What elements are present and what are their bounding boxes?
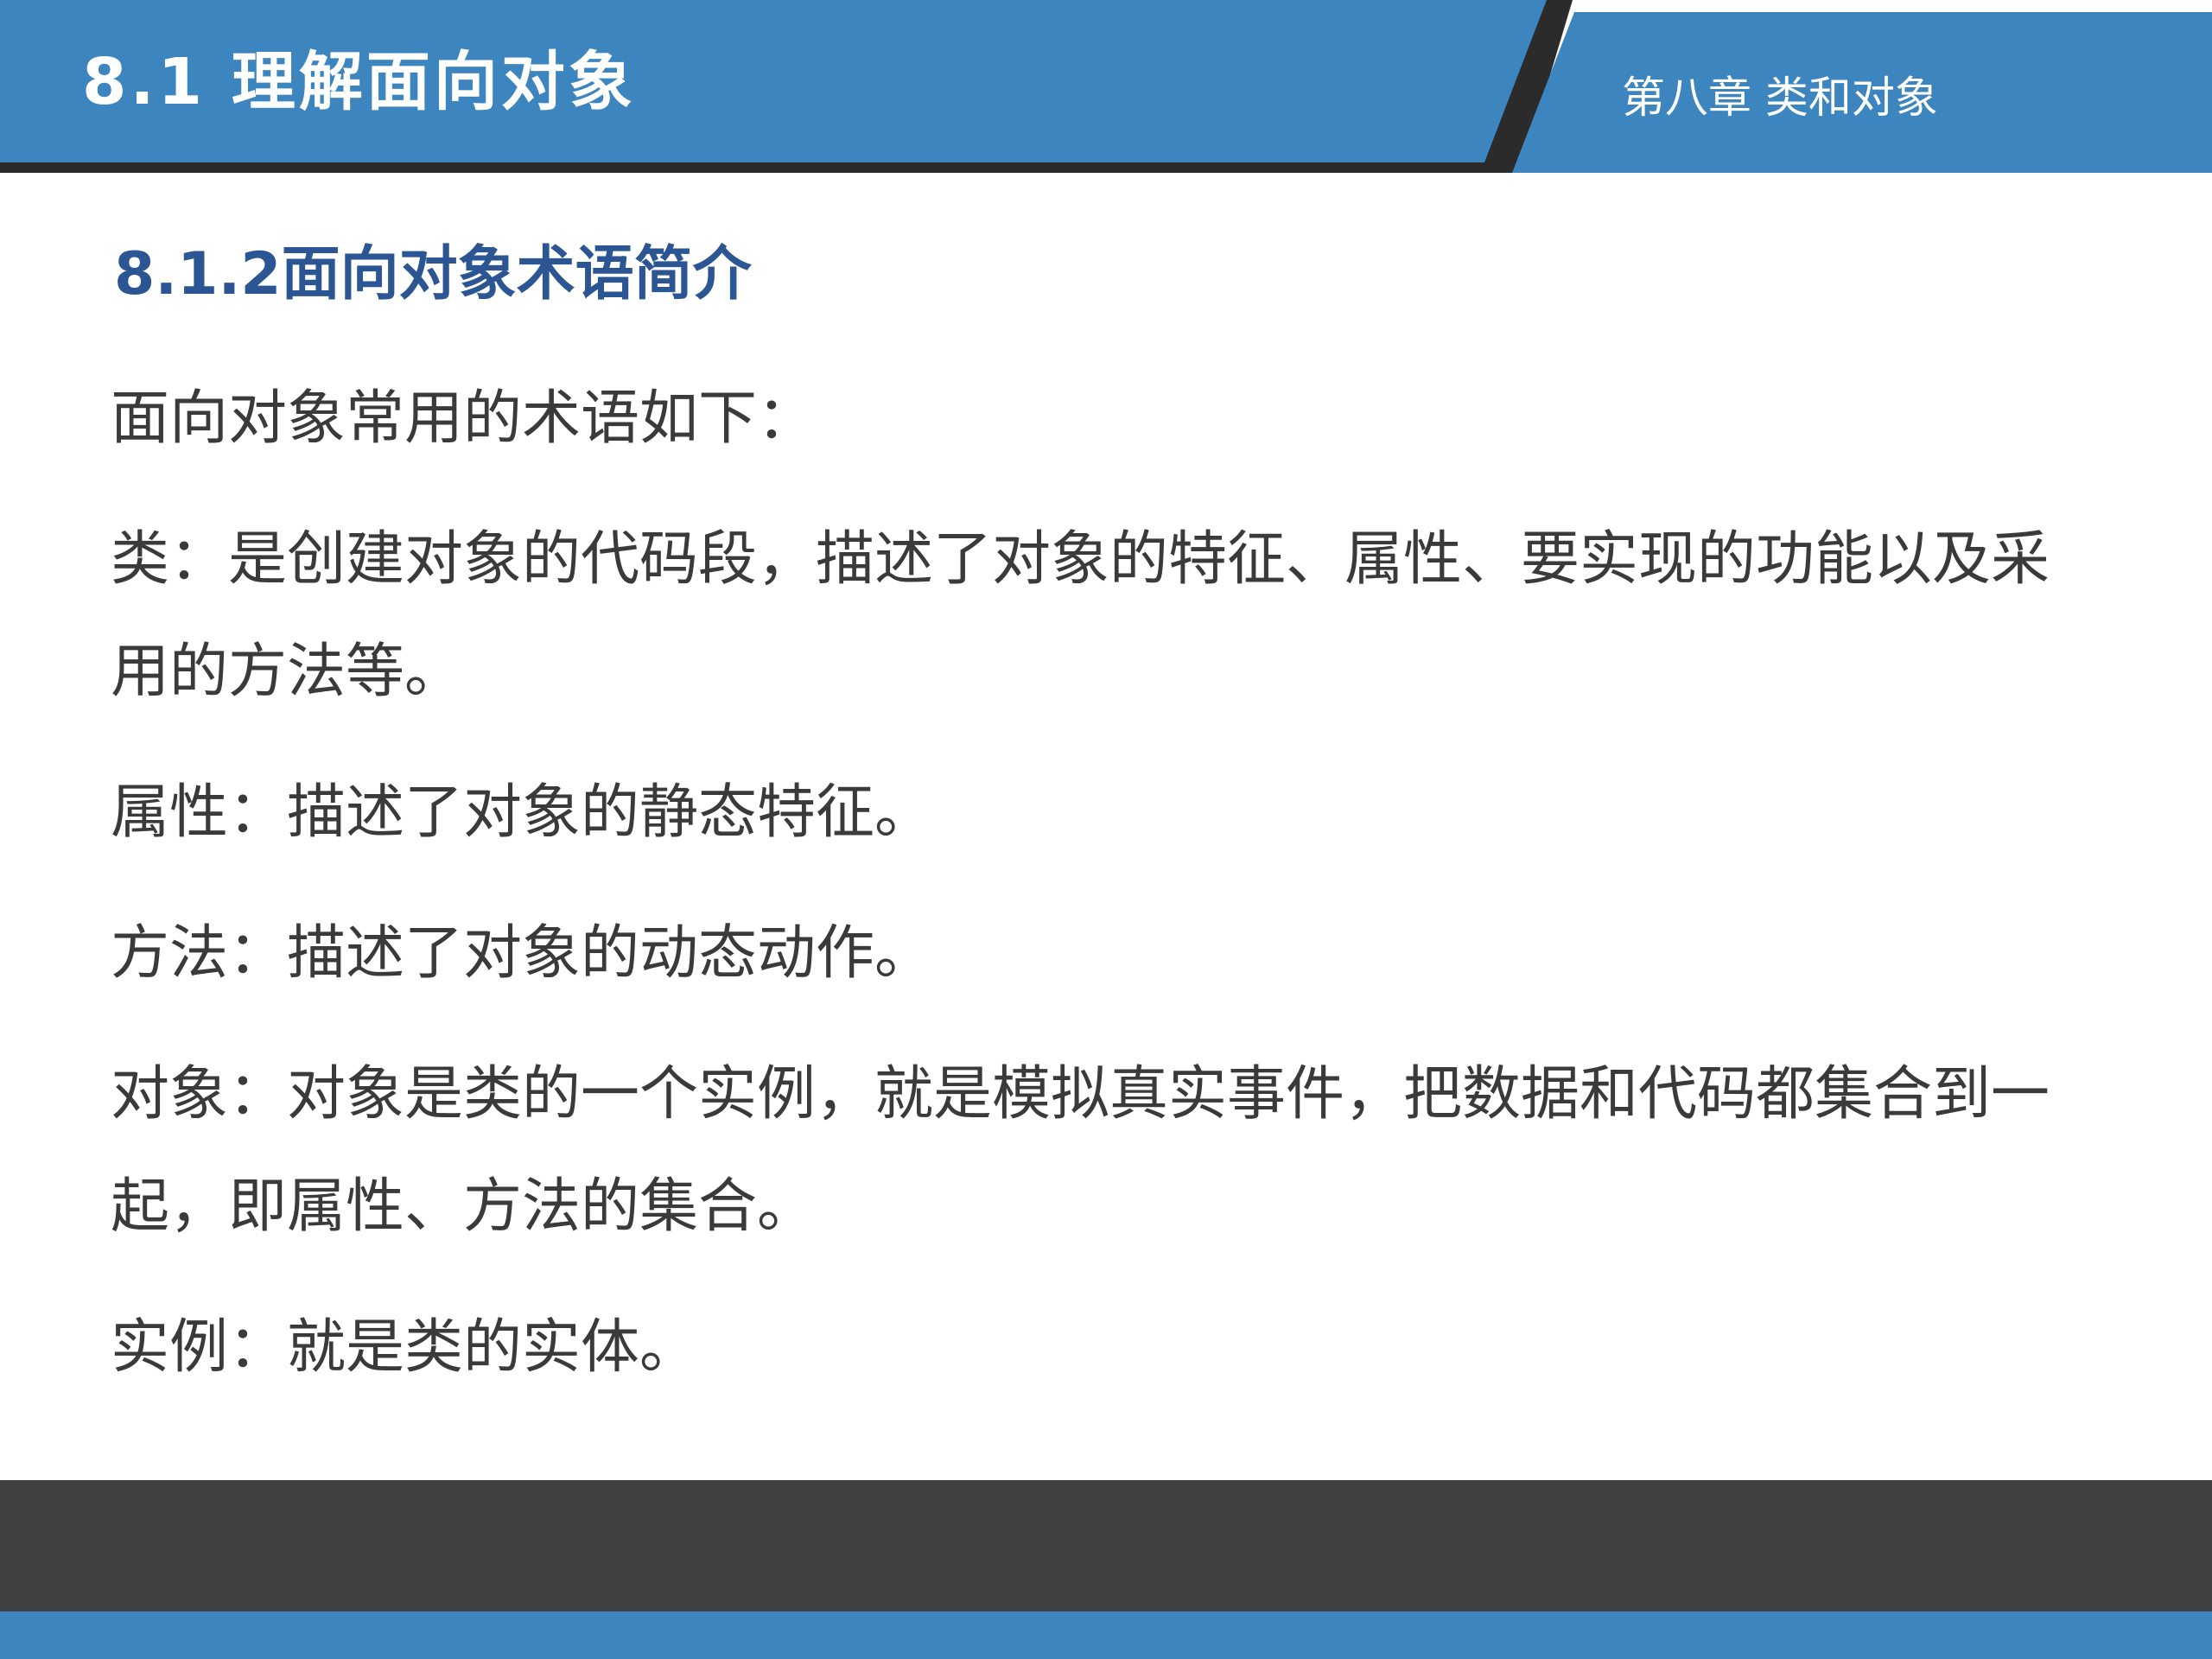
- term-method: 方法：描述了对象的动态动作。: [111, 919, 934, 988]
- footer-dark-band: [0, 1480, 2212, 1611]
- term-instance: 实例：就是类的实体。: [111, 1313, 699, 1382]
- content-body: 面向对象常用的术语如下： 类：是创建对象的代码段，描述了对象的特征、属性、要实现…: [111, 363, 2098, 1433]
- chapter-label: 第八章 类和对象: [1622, 73, 1938, 123]
- header-band: 8.1 理解面向对象 第八章 类和对象: [0, 0, 2212, 173]
- footer-blue-band: [0, 1611, 2212, 1659]
- section-heading: 8.1.2面向对象术语简介: [114, 240, 752, 308]
- intro-text: 面向对象常用的术语如下：: [111, 385, 817, 453]
- slide-title: 8.1 理解面向对象: [82, 45, 636, 119]
- term-class: 类：是创建对象的代码段，描述了对象的特征、属性、要实现的功能以及采用的方法等。: [111, 525, 2050, 706]
- term-attribute: 属性：描述了对象的静态特征。: [111, 779, 934, 847]
- slide: 8.1 理解面向对象 第八章 类和对象 8.1.2面向对象术语简介 面向对象常用…: [0, 0, 2212, 1659]
- term-object: 对象：对象是类的一个实例，就是模拟真实事件，把数据和代码都集合到一起，即属性、方…: [111, 1060, 2050, 1241]
